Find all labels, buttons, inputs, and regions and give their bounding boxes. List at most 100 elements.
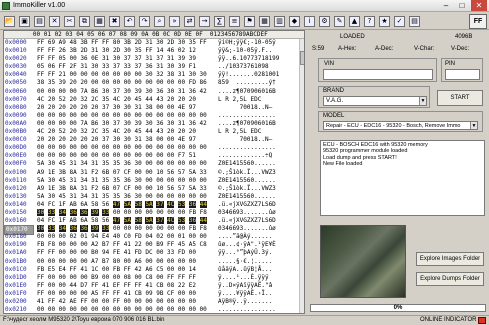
vin-input[interactable]	[323, 69, 433, 80]
pin-label: PIN	[445, 61, 456, 67]
hex-row[interactable]: 0x0060 00 00 00 00 7A B6 30 37 30 39 30 3…	[4, 88, 304, 96]
read-icon[interactable]: ▲	[349, 16, 360, 27]
explore-images-button[interactable]: Explore Images Folder	[416, 252, 484, 266]
hex-row[interactable]: 0x0070 4C 20 52 20 32 2C 35 4C 20 45 44 4…	[4, 96, 304, 104]
bookmark-icon[interactable]: ⚑	[244, 16, 255, 27]
hex-editor[interactable]: 00 01 02 03 04 05 06 07 08 09 0A 0B 0C 0…	[3, 30, 305, 314]
hex-row[interactable]: 0x00D0 00 00 00 00 00 00 00 00 00 00 00 0…	[4, 144, 304, 152]
a-hex-label: A-Hex:	[338, 46, 357, 52]
hex-row[interactable]: 0x00E0 00 00 00 00 00 00 00 00 00 00 00 0…	[4, 152, 304, 160]
hex-row[interactable]: 0x0140 04 FC 1F AB 6A 58 56 47 5A 58 5A 3…	[4, 200, 304, 209]
brand-group: BRAND V.A.G. ▼	[318, 86, 430, 108]
hex-ascii: 0346693.......ûø	[218, 225, 276, 233]
hex-row[interactable]: 0x0130 5A 30 45 31 34 31 35 35 36 30 00 0…	[4, 193, 304, 201]
hex-address: 0x01B0	[5, 257, 27, 265]
hex-ascii: .ü.«jXVGZXZ7LS6D	[218, 200, 276, 208]
hex-row[interactable]: 0x01F0 FF 00 00 00 00 A5 FF FF 41 CB 09 9…	[4, 290, 304, 298]
checksum-icon[interactable]: ∑	[214, 16, 225, 27]
hex-address: 0x00B0	[5, 128, 27, 136]
save-icon[interactable]: ▣	[19, 16, 30, 27]
folder-open-icon[interactable]: 📂	[4, 16, 15, 27]
hex-ascii: ÿi©H;ÿÿ€;-10-05ÿ	[218, 39, 276, 46]
brand-select[interactable]: V.A.G. ▼	[323, 96, 427, 106]
hex-row[interactable]: 0x01D0 FF 00 00 00 00 B9 00 00 08 00 C8 0…	[4, 274, 304, 282]
options-icon[interactable]: ◆	[289, 16, 300, 27]
hex-row[interactable]: 0x0170 30 33 34 36 36 39 33 00 00 00 00 0…	[4, 225, 304, 236]
hex-row[interactable]: 0x0080 20 20 20 20 20 20 37 30 30 31 38 0…	[4, 104, 304, 112]
help-icon[interactable]: ?	[364, 16, 375, 27]
hex-row[interactable]: 0x00F0 5A 30 45 31 34 31 35 35 36 30 00 0…	[4, 160, 304, 168]
trash-icon[interactable]: ▥	[274, 16, 285, 27]
hex-address: 0x0140	[5, 200, 27, 208]
close-button[interactable]: ✕	[471, 0, 487, 11]
hex-row[interactable]: 0x00C0 20 20 20 20 20 20 37 30 30 31 38 0…	[4, 136, 304, 144]
brand-value: V.A.G.	[326, 98, 344, 104]
hex-row[interactable]: 0x0040 FF FF 21 00 00 00 00 00 00 00 30 3…	[4, 71, 304, 79]
minimize-button[interactable]: –	[438, 0, 454, 11]
hex-row[interactable]: 0x01A0 FF FF 00 00 00 B0 94 FE 41 FD DC 0…	[4, 249, 304, 257]
hex-row[interactable]: 0x0090 00 00 00 00 00 00 00 00 00 00 00 0…	[4, 112, 304, 120]
start-button[interactable]: START	[437, 90, 483, 106]
hex-row[interactable]: 0x0210 00 00 00 00 00 00 00 00 00 00 00 0…	[4, 306, 304, 314]
status-bar: F:\чудесr хеолм M95320 2\Toyu евроиа 070…	[0, 315, 489, 325]
close-file-icon[interactable]: ✕	[49, 16, 60, 27]
cut-icon[interactable]: ✂	[64, 16, 75, 27]
progress-bar: 0%	[310, 304, 486, 312]
paste-icon[interactable]: ▦	[94, 16, 105, 27]
hex-row[interactable]: 0x0120 A9 1E 3B 8A 31 F2 6B 07 CF 00 00 1…	[4, 185, 304, 193]
hex-row[interactable]: 0x0010 FF FF 26 3B 2D 31 30 2D 30 35 FF 1…	[4, 47, 304, 55]
copy-icon[interactable]: ⧉	[79, 16, 90, 27]
hex-bytes: FF FF 26 3B 2D 31 30 2D 30 35 FF 14 46 0…	[37, 47, 196, 55]
hex-bytes: 00 00 00 00 7A B6 30 37 30 39 30 36 30 3…	[37, 87, 207, 95]
goto-icon[interactable]: →	[199, 16, 210, 27]
hex-row[interactable]: 0x0190 FB F8 00 00 00 A2 B7 FF 41 22 00 B…	[4, 241, 304, 249]
maximize-button[interactable]: □	[454, 0, 470, 11]
log-output[interactable]: ECU - BOSCH EDC16 with 95320 memory 95320…	[320, 140, 485, 216]
save-as-icon[interactable]: ▤	[34, 16, 45, 27]
hex-row[interactable]: 0x01B0 00 00 00 00 00 A7 B7 80 00 A6 00 0…	[4, 258, 304, 266]
hex-row[interactable]: 0x0200 41 FF 42 AE FF 00 00 FF 00 00 00 0…	[4, 298, 304, 306]
settings-icon[interactable]: ⚙	[319, 16, 330, 27]
hex-row[interactable]: 0x00A0 00 00 00 00 7A B6 30 37 30 39 30 3…	[4, 120, 304, 128]
hex-ascii: 0346693.......ûø	[218, 208, 276, 216]
hex-address: 0x0030	[5, 63, 27, 71]
hex-row[interactable]: 0x0150 30 33 34 36 36 39 33 00 00 00 00 0…	[4, 208, 304, 217]
hex-address: 0x0090	[5, 111, 27, 119]
hex-row[interactable]: 0x0160 04 FC 1F AB 6A 58 56 47 5A 58 5A 3…	[4, 217, 304, 225]
model-select[interactable]: Repair - ECU - EDC16 - 95320 - Bosch, Re…	[323, 121, 478, 130]
hex-row[interactable]: 0x0030 05 06 FF 2F 31 30 33 37 33 37 36 3…	[4, 63, 304, 71]
hex-address: 0x01A0	[5, 249, 27, 257]
vin-label: VIN	[324, 61, 335, 67]
info-icon[interactable]: i	[304, 16, 315, 27]
compare-icon[interactable]: ≡	[229, 16, 240, 27]
hex-row[interactable]: 0x0110 5A 30 45 31 34 31 35 35 36 30 00 0…	[4, 177, 304, 185]
hex-row[interactable]: 0x0100 A9 1E 3B 8A 31 F2 6B 07 CF 00 00 1…	[4, 169, 304, 177]
pin-input[interactable]	[445, 69, 480, 80]
hex-row[interactable]: 0x0020 FF FF 05 00 36 0E 31 30 37 37 31 3…	[4, 55, 304, 63]
replace-icon[interactable]: ⇄	[184, 16, 195, 27]
hex-row[interactable]: 0x01E0 FF 00 00 44 D7 FF 41 EF FF FF 41 C…	[4, 282, 304, 290]
hex-ascii: ©.;Š1òk.Ï...VWZ3	[218, 168, 276, 176]
hex-address: 0x0020	[5, 55, 27, 63]
write-icon[interactable]: ✎	[334, 16, 345, 27]
calculator-icon[interactable]: ▦	[259, 16, 270, 27]
hex-row[interactable]: 0x0000 FF 69 A9 48 3B FF FF 80 3B 2D 31 3…	[4, 39, 304, 47]
hex-address: 0x0200	[5, 298, 27, 305]
scroll-thumb[interactable]	[300, 51, 304, 65]
cursor-pos: S:59	[312, 46, 325, 52]
undo-icon[interactable]: ↶	[124, 16, 135, 27]
hex-row[interactable]: 0x01C0 FB E5 E4 FF 41 1C 00 FB FF 42 A6 C…	[4, 266, 304, 274]
find-icon[interactable]: ⌕	[154, 16, 165, 27]
print-icon[interactable]: ▤	[409, 16, 420, 27]
redo-icon[interactable]: ↷	[139, 16, 150, 27]
hex-row[interactable]: 0x0050 38 35 39 20 20 00 00 00 00 00 00 0…	[4, 79, 304, 87]
find-next-icon[interactable]: »	[169, 16, 180, 27]
hex-scrollbar[interactable]	[299, 39, 304, 313]
delete-icon[interactable]: ✖	[109, 16, 120, 27]
verify-icon[interactable]: ✓	[394, 16, 405, 27]
ff-button[interactable]: FF	[469, 14, 487, 29]
explore-dumps-button[interactable]: Explore Dumps Folder	[416, 272, 484, 286]
hex-ascii: ................	[218, 306, 276, 314]
about-icon[interactable]: ★	[379, 16, 390, 27]
hex-row[interactable]: 0x00B0 4C 20 52 20 32 2C 35 4C 20 45 44 4…	[4, 128, 304, 136]
